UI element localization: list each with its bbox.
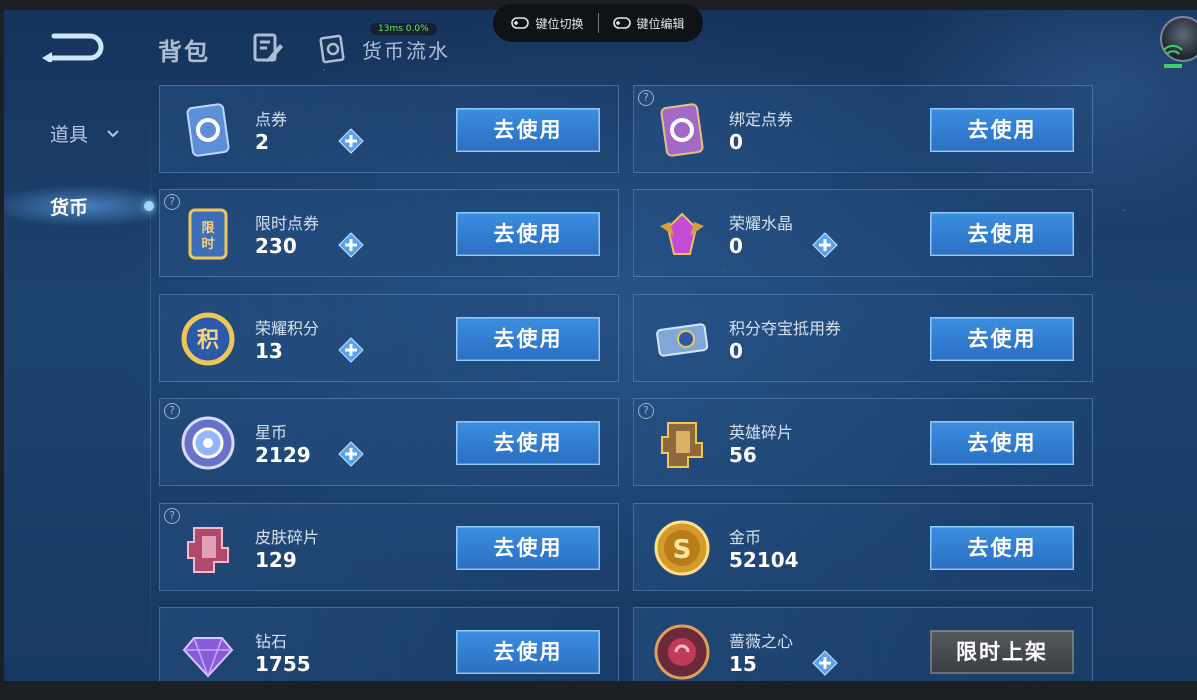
keymap-separator bbox=[597, 13, 599, 33]
hero-fragment-icon bbox=[661, 422, 703, 468]
plus-icon[interactable] bbox=[338, 232, 364, 258]
plus-icon[interactable] bbox=[812, 650, 838, 676]
currency-card-glory-crystal: 荣耀水晶 0 去使用 bbox=[633, 189, 1093, 277]
currency-name: 皮肤碎片 bbox=[255, 528, 320, 547]
use-button[interactable]: 去使用 bbox=[456, 212, 600, 256]
wifi-signal-icon bbox=[1163, 44, 1183, 68]
currency-card-coupon: 点券 2 去使用 bbox=[159, 85, 619, 173]
tab-currency-flow[interactable]: 货币流水 bbox=[362, 35, 450, 64]
back-arrow-icon[interactable] bbox=[40, 32, 104, 62]
bound-coupon-icon bbox=[660, 103, 704, 157]
currency-card-limited-coupon: ? 限时限时点券 230 去使用 bbox=[159, 189, 619, 277]
keymap-switch-button[interactable]: 键位切换 bbox=[511, 15, 584, 32]
plus-icon[interactable] bbox=[338, 441, 364, 467]
currency-card-hero-fragment: ? 英雄碎片 56 去使用 bbox=[633, 398, 1093, 486]
svg-text:S: S bbox=[673, 535, 692, 565]
currency-card-bound-coupon: ? 绑定点券 0 去使用 bbox=[633, 85, 1093, 173]
plus-icon[interactable] bbox=[812, 232, 838, 258]
limited-coupon-icon: 限时 bbox=[188, 208, 228, 260]
currency-card-diamond: 钻石 1755 去使用 bbox=[159, 607, 619, 681]
currency-name: 荣耀积分 bbox=[255, 319, 320, 338]
use-button[interactable]: 去使用 bbox=[456, 630, 600, 674]
currency-count: 2129 bbox=[255, 443, 311, 467]
currency-count: 129 bbox=[255, 548, 297, 572]
use-button[interactable]: 去使用 bbox=[456, 526, 600, 570]
use-button[interactable]: 去使用 bbox=[456, 317, 600, 361]
edit-icon[interactable] bbox=[252, 32, 284, 64]
rose-heart-icon bbox=[654, 624, 710, 680]
currency-count: 2 bbox=[255, 130, 269, 154]
use-button[interactable]: 去使用 bbox=[930, 421, 1074, 465]
use-button[interactable]: 去使用 bbox=[930, 108, 1074, 152]
use-button[interactable]: 去使用 bbox=[456, 421, 600, 465]
tab-bag[interactable]: 背包 bbox=[158, 32, 210, 67]
currency-name: 英雄碎片 bbox=[729, 423, 794, 442]
use-button[interactable]: 去使用 bbox=[930, 526, 1074, 570]
sidebar-item-currency[interactable]: 货币 bbox=[4, 180, 156, 232]
window-bottom-frame bbox=[0, 681, 1197, 700]
currency-name: 蔷薇之心 bbox=[729, 632, 794, 651]
game-viewport: 背包 货币流水 道具 货币 点券 2 去使用? 绑定点券 0 去使用? 限时限时点券 230 去… bbox=[4, 10, 1197, 681]
currency-count: 52104 bbox=[729, 548, 799, 572]
use-button[interactable]: 去使用 bbox=[930, 317, 1074, 361]
currency-count: 56 bbox=[729, 443, 757, 467]
currency-card-treasure-voucher: 积分夺宝抵用券 0 去使用 bbox=[633, 294, 1093, 382]
glory-points-icon: 积 bbox=[181, 312, 235, 366]
currency-card-star-coin: ? 星币 2129 去使用 bbox=[159, 398, 619, 486]
gold-coin-icon: S bbox=[654, 520, 710, 576]
treasure-voucher-icon bbox=[656, 323, 709, 357]
gamepad-icon bbox=[612, 17, 631, 29]
currency-count: 15 bbox=[729, 652, 757, 676]
keymap-switch-label: 键位切换 bbox=[535, 16, 584, 31]
currency-card-gold-coin: S 金币 52104 去使用 bbox=[633, 503, 1093, 591]
currency-name: 金币 bbox=[729, 528, 762, 547]
plus-icon[interactable] bbox=[338, 337, 364, 363]
keymap-edit-label: 键位编辑 bbox=[636, 16, 685, 31]
perf-indicator: 13ms 0.0% bbox=[370, 23, 437, 35]
svg-text:限: 限 bbox=[201, 221, 215, 236]
star-coin-icon bbox=[181, 416, 235, 470]
sidebar-item-label: 道具 bbox=[50, 124, 89, 146]
currency-card-rose-heart: 蔷薇之心 15 限时上架 bbox=[633, 607, 1093, 681]
svg-text:时: 时 bbox=[201, 236, 214, 252]
use-button[interactable]: 去使用 bbox=[930, 212, 1074, 256]
glory-crystal-icon bbox=[660, 212, 704, 255]
currency-name: 积分夺宝抵用券 bbox=[729, 319, 842, 338]
keymap-toolbar: 键位切换 键位编辑 bbox=[493, 4, 703, 42]
currency-count: 1755 bbox=[255, 652, 311, 676]
currency-name: 点券 bbox=[255, 110, 288, 129]
chevron-down-icon bbox=[107, 129, 119, 137]
use-button[interactable]: 去使用 bbox=[456, 108, 600, 152]
sidebar-item-props[interactable]: 道具 bbox=[50, 120, 120, 147]
skin-fragment-icon bbox=[187, 527, 229, 573]
currency-name: 绑定点券 bbox=[729, 110, 794, 129]
currency-count: 0 bbox=[729, 130, 743, 154]
gamepad-icon bbox=[511, 17, 530, 29]
currency-count: 13 bbox=[255, 339, 283, 363]
coupon-icon bbox=[186, 103, 230, 157]
sidebar-item-label: 货币 bbox=[50, 196, 89, 219]
currency-card-glory-points: 积 荣耀积分 13 去使用 bbox=[159, 294, 619, 382]
svg-text:积: 积 bbox=[197, 328, 219, 353]
limited-listing-button[interactable]: 限时上架 bbox=[930, 630, 1074, 674]
currency-count: 0 bbox=[729, 339, 743, 363]
plus-icon[interactable] bbox=[338, 128, 364, 154]
ledger-icon[interactable] bbox=[318, 34, 348, 64]
diamond-icon bbox=[182, 637, 234, 679]
currency-name: 星币 bbox=[255, 423, 288, 442]
keymap-edit-button[interactable]: 键位编辑 bbox=[612, 15, 685, 32]
currency-count: 0 bbox=[729, 234, 743, 258]
currency-card-skin-fragment: ? 皮肤碎片 129 去使用 bbox=[159, 503, 619, 591]
currency-name: 荣耀水晶 bbox=[729, 214, 794, 233]
currency-name: 钻石 bbox=[255, 632, 288, 651]
currency-name: 限时点券 bbox=[255, 214, 320, 233]
currency-count: 230 bbox=[255, 234, 297, 258]
